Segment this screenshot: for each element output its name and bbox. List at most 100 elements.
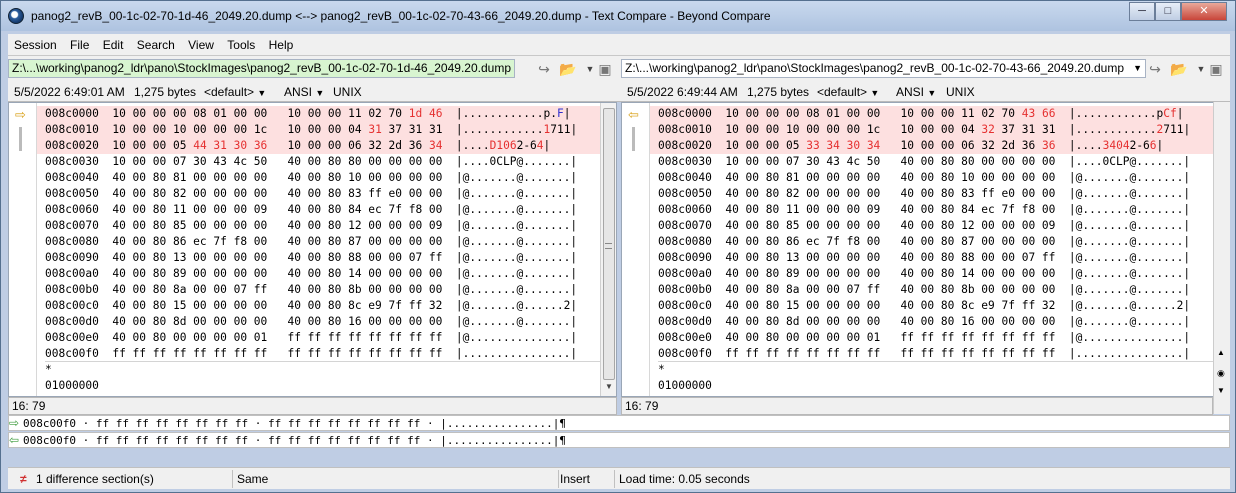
- left-dump-row[interactable]: 008c00d0 40 00 80 8d 00 00 00 00 40 00 8…: [45, 314, 600, 330]
- menu-session[interactable]: Session: [10, 34, 61, 56]
- right-dump-row[interactable]: 008c0090 40 00 80 13 00 00 00 00 40 00 8…: [658, 250, 1213, 266]
- right-dump-row[interactable]: 008c00a0 40 00 80 89 00 00 00 00 40 00 8…: [658, 266, 1213, 282]
- right-lineend-label[interactable]: UNIX: [946, 85, 975, 99]
- right-dump-row[interactable]: 008c0060 40 00 80 11 00 00 00 09 40 00 8…: [658, 202, 1213, 218]
- line-compare-left[interactable]: ⇨ 008c00f0 · ff ff ff ff ff ff ff ff · ff…: [8, 415, 1230, 431]
- left-dump-row[interactable]: 008c0080 40 00 80 86 ec 7f f8 00 40 00 8…: [45, 234, 600, 250]
- beyond-compare-app-icon[interactable]: [8, 8, 24, 24]
- left-path-text: Z:\...\working\panog2_ldr\pano\StockImag…: [12, 61, 511, 75]
- right-diff-row[interactable]: 008c0020 10 00 00 05 33 34 30 34 10 00 0…: [650, 138, 1213, 154]
- right-repeat-marker[interactable]: *: [658, 362, 1213, 378]
- left-dump-row[interactable]: 008c0030 10 00 00 07 30 43 4c 50 40 00 8…: [45, 154, 600, 170]
- left-dump-row[interactable]: 008c00f0 ff ff ff ff ff ff ff ff ff ff f…: [45, 346, 600, 362]
- maximize-button[interactable]: □: [1155, 2, 1181, 21]
- right-diff-row[interactable]: 008c0000 10 00 00 00 08 01 00 00 10 00 0…: [650, 106, 1213, 122]
- line-compare-right[interactable]: ⇦ 008c00f0 · ff ff ff ff ff ff ff ff · ff…: [8, 432, 1230, 448]
- not-equal-icon: ≠: [20, 472, 27, 486]
- right-path-text: Z:\...\working\panog2_ldr\pano\StockImag…: [625, 61, 1124, 75]
- left-cursor-position: 16: 79: [8, 397, 617, 415]
- status-bar: ≠ 1 difference section(s) Same Insert Lo…: [8, 467, 1230, 489]
- left-end-address[interactable]: 01000000: [45, 378, 600, 394]
- load-time: Load time: 0.05 seconds: [619, 472, 750, 486]
- menu-search[interactable]: Search: [133, 34, 179, 56]
- left-open-folder-icon[interactable]: 📂: [559, 60, 577, 78]
- right-open-folder-icon[interactable]: 📂: [1170, 60, 1188, 78]
- file-info-bar: 5/5/2022 6:49:01 AM 1,275 bytes <default…: [8, 82, 1230, 102]
- overview-center-icon[interactable]: ◉: [1217, 368, 1225, 379]
- left-dump-row[interactable]: 008c00e0 40 00 80 00 00 00 00 01 ff ff f…: [45, 330, 600, 346]
- right-encoding-select[interactable]: ANSI ▼: [896, 85, 936, 99]
- right-format-select[interactable]: <default> ▼: [817, 85, 879, 99]
- right-size: 1,275 bytes: [747, 85, 810, 99]
- left-dump-row[interactable]: 008c00c0 40 00 80 15 00 00 00 00 40 00 8…: [45, 298, 600, 314]
- left-dump-row[interactable]: 008c0060 40 00 80 11 00 00 00 09 40 00 8…: [45, 202, 600, 218]
- right-save-icon[interactable]: ▣: [1207, 60, 1225, 78]
- minimize-button[interactable]: ─: [1129, 2, 1155, 21]
- right-history-icon[interactable]: ↪: [1146, 60, 1164, 78]
- left-text-pane[interactable]: ⇨ 008c0000 10 00 00 00 08 01 00 00 10 00…: [8, 102, 617, 397]
- left-history-icon[interactable]: ↪: [535, 60, 553, 78]
- right-timestamp: 5/5/2022 6:49:44 AM: [627, 85, 738, 99]
- right-dump-row[interactable]: 008c0040 40 00 80 81 00 00 00 00 40 00 8…: [658, 170, 1213, 186]
- app-window: panog2_revB_00-1c-02-70-1d-46_2049.20.du…: [0, 0, 1236, 493]
- overview-down-icon[interactable]: ▼: [1217, 386, 1225, 395]
- menu-view[interactable]: View: [184, 34, 218, 56]
- right-path-dropdown-icon[interactable]: ▼: [1133, 60, 1142, 77]
- right-dump-row[interactable]: 008c00b0 40 00 80 8a 00 00 07 ff 40 00 8…: [658, 282, 1213, 298]
- menu-tools[interactable]: Tools: [223, 34, 259, 56]
- thumbnail-overview-bar[interactable]: ▲ ◉ ▼: [1213, 102, 1230, 414]
- left-lines[interactable]: 008c0000 10 00 00 00 08 01 00 00 10 00 0…: [37, 106, 600, 394]
- left-dump-row[interactable]: 008c0070 40 00 80 85 00 00 00 00 40 00 8…: [45, 218, 600, 234]
- right-dump-row[interactable]: 008c0030 10 00 00 07 30 43 4c 50 40 00 8…: [658, 154, 1213, 170]
- right-dump-row[interactable]: 008c00e0 40 00 80 00 00 00 00 01 ff ff f…: [658, 330, 1213, 346]
- left-dump-row[interactable]: 008c0090 40 00 80 13 00 00 00 00 40 00 8…: [45, 250, 600, 266]
- left-diff-row[interactable]: 008c0000 10 00 00 00 08 01 00 00 10 00 0…: [37, 106, 600, 122]
- left-diff-row[interactable]: 008c0020 10 00 00 05 44 31 30 36 10 00 0…: [37, 138, 600, 154]
- menu-edit[interactable]: Edit: [99, 34, 128, 56]
- right-text-pane[interactable]: ⇦ 008c0000 10 00 00 00 08 01 00 00 10 00…: [621, 102, 1230, 397]
- left-dump-row[interactable]: 008c0040 40 00 80 81 00 00 00 00 40 00 8…: [45, 170, 600, 186]
- close-button[interactable]: ✕: [1181, 2, 1227, 21]
- left-dump-row[interactable]: 008c0050 40 00 80 82 00 00 00 00 40 00 8…: [45, 186, 600, 202]
- right-cursor-position: 16: 79: [621, 397, 1213, 415]
- edit-mode: Insert: [560, 472, 591, 486]
- right-diff-row[interactable]: 008c0010 10 00 00 10 00 00 00 1c 10 00 0…: [650, 122, 1213, 138]
- diff-count: 1 difference section(s): [36, 472, 154, 486]
- right-dump-row[interactable]: 008c0070 40 00 80 85 00 00 00 00 40 00 8…: [658, 218, 1213, 234]
- right-dump-row[interactable]: 008c00c0 40 00 80 15 00 00 00 00 40 00 8…: [658, 298, 1213, 314]
- right-dump-row[interactable]: 008c00f0 ff ff ff ff ff ff ff ff ff ff f…: [658, 346, 1213, 362]
- left-repeat-marker[interactable]: *: [45, 362, 600, 378]
- overview-up-icon[interactable]: ▲: [1217, 348, 1225, 357]
- right-dump-row[interactable]: 008c0080 40 00 80 86 ec 7f f8 00 40 00 8…: [658, 234, 1213, 250]
- left-vertical-scrollbar[interactable]: ▼: [600, 103, 616, 396]
- left-diff-row[interactable]: 008c0010 10 00 00 10 00 00 00 1c 10 00 0…: [37, 122, 600, 138]
- title-bar[interactable]: panog2_revB_00-1c-02-70-1d-46_2049.20.du…: [1, 1, 1235, 31]
- menu-help[interactable]: Help: [265, 34, 298, 56]
- status-separator: [558, 470, 559, 488]
- left-format-select[interactable]: <default> ▼: [204, 85, 266, 99]
- left-timestamp: 5/5/2022 6:49:01 AM: [14, 85, 125, 99]
- right-end-address[interactable]: 01000000: [658, 378, 1213, 394]
- status-separator: [614, 470, 615, 488]
- window-title: panog2_revB_00-1c-02-70-1d-46_2049.20.du…: [31, 9, 771, 23]
- right-diff-arrow-icon[interactable]: ⇦: [628, 108, 639, 121]
- right-dump-row[interactable]: 008c0050 40 00 80 82 00 00 00 00 40 00 8…: [658, 186, 1213, 202]
- comparison-status: Same: [237, 472, 269, 486]
- left-path-field[interactable]: Z:\...\working\panog2_ldr\pano\StockImag…: [8, 59, 515, 78]
- left-scroll-down-icon[interactable]: ▼: [601, 382, 616, 394]
- right-gutter: ⇦: [622, 103, 650, 396]
- right-path-field[interactable]: Z:\...\working\panog2_ldr\pano\StockImag…: [621, 59, 1146, 78]
- left-encoding-select[interactable]: ANSI ▼: [284, 85, 324, 99]
- right-arrow-icon: ⇨: [9, 416, 20, 430]
- right-dump-row[interactable]: 008c00d0 40 00 80 8d 00 00 00 00 40 00 8…: [658, 314, 1213, 330]
- left-dump-row[interactable]: 008c00a0 40 00 80 89 00 00 00 00 40 00 8…: [45, 266, 600, 282]
- menu-file[interactable]: File: [66, 34, 93, 56]
- status-separator: [232, 470, 233, 488]
- left-save-icon[interactable]: ▣: [596, 60, 614, 78]
- left-dump-row[interactable]: 008c00b0 40 00 80 8a 00 00 07 ff 40 00 8…: [45, 282, 600, 298]
- left-lineend-label[interactable]: UNIX: [333, 85, 362, 99]
- right-lines[interactable]: 008c0000 10 00 00 00 08 01 00 00 10 00 0…: [650, 106, 1213, 394]
- left-size: 1,275 bytes: [134, 85, 197, 99]
- left-gutter: ⇨: [9, 103, 37, 396]
- left-diff-arrow-icon[interactable]: ⇨: [15, 108, 26, 121]
